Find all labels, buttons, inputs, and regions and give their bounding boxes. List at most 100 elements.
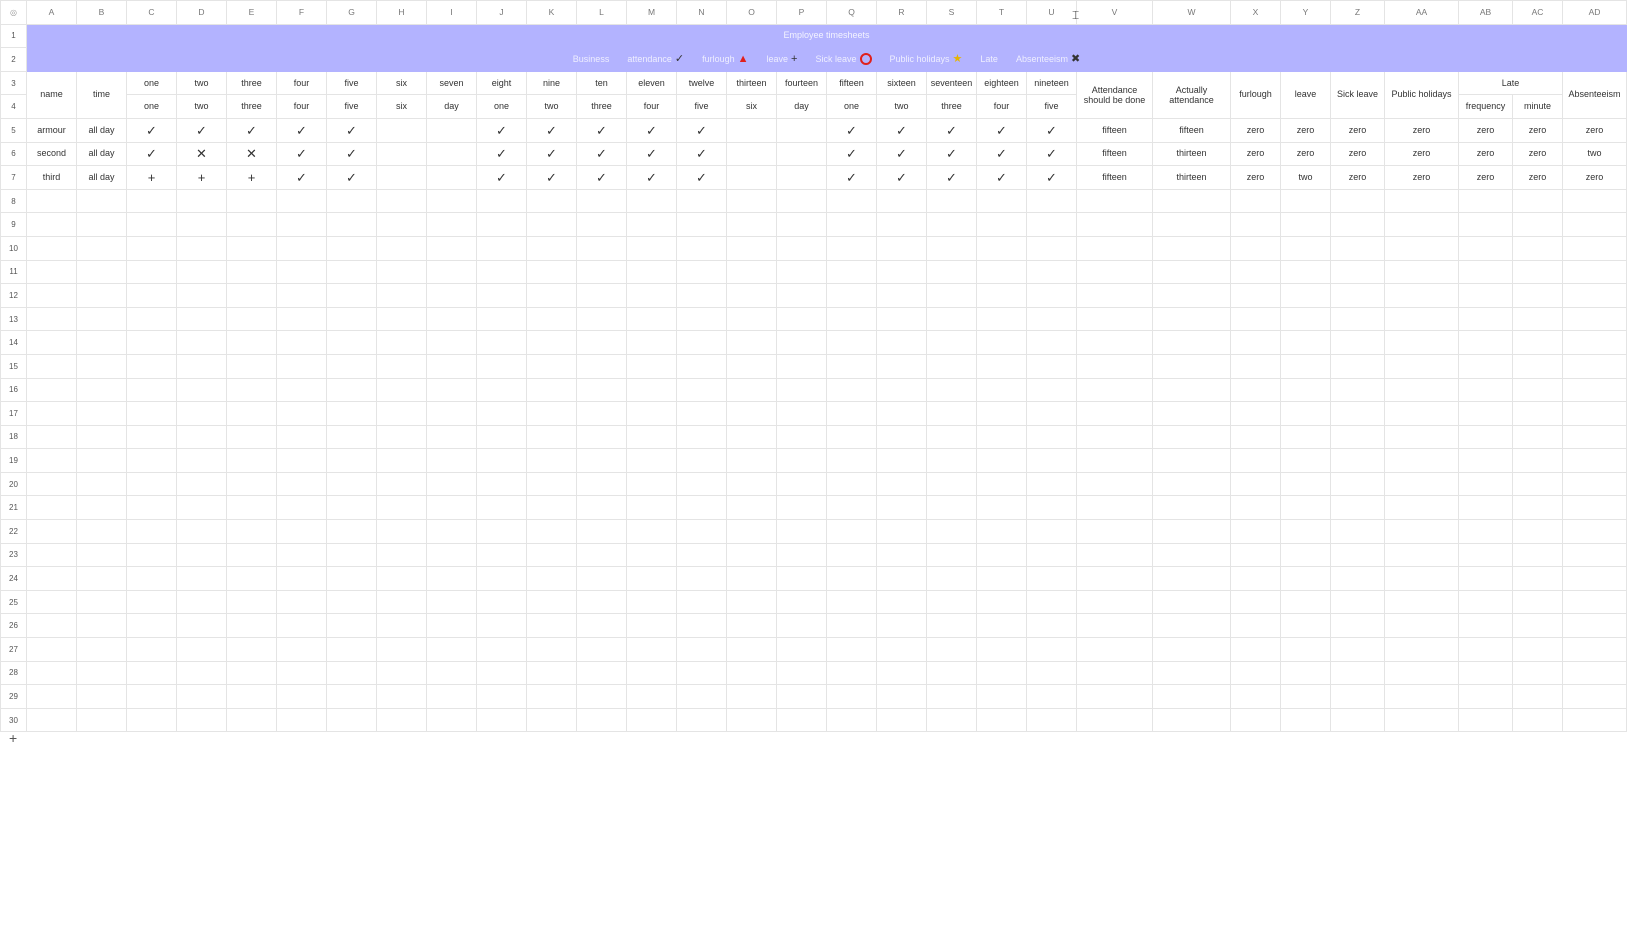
header-weekday[interactable]: four: [276, 94, 327, 119]
cell[interactable]: [226, 637, 277, 662]
cell[interactable]: [1280, 283, 1331, 308]
header-time[interactable]: time: [76, 70, 127, 119]
cell[interactable]: [626, 542, 677, 568]
absenteeism-value[interactable]: two: [1562, 141, 1627, 167]
attendance-mark[interactable]: [726, 141, 777, 167]
cell[interactable]: [1512, 377, 1563, 403]
cell[interactable]: [526, 377, 577, 403]
cell[interactable]: [426, 306, 477, 332]
column-header[interactable]: AA: [1384, 0, 1459, 25]
cell[interactable]: [1152, 542, 1231, 568]
column-header[interactable]: V: [1076, 0, 1153, 25]
cell[interactable]: [776, 188, 827, 214]
cell[interactable]: [1512, 566, 1563, 591]
employee-name[interactable]: second: [26, 141, 77, 167]
cell[interactable]: [276, 707, 327, 733]
late-minute-value[interactable]: zero: [1512, 141, 1563, 167]
header-late-minute[interactable]: minute: [1512, 94, 1563, 119]
header-day-number[interactable]: thirteen: [726, 70, 777, 96]
cell[interactable]: [1026, 377, 1077, 403]
eye-icon[interactable]: ◎: [0, 0, 27, 25]
cell[interactable]: [1562, 660, 1627, 686]
header-weekday[interactable]: one: [126, 94, 177, 119]
cell[interactable]: [76, 448, 127, 473]
attendance-mark[interactable]: ✓: [876, 141, 927, 167]
cell[interactable]: [1230, 283, 1281, 308]
cell[interactable]: [1026, 613, 1077, 639]
attendance-mark[interactable]: ✓: [476, 117, 527, 143]
cell[interactable]: [1330, 519, 1385, 544]
cell[interactable]: [276, 283, 327, 308]
row-header[interactable]: 6: [0, 141, 27, 167]
cell[interactable]: [1280, 589, 1331, 615]
cell[interactable]: [1230, 542, 1281, 568]
cell[interactable]: [826, 330, 877, 355]
cell[interactable]: [426, 259, 477, 285]
cell[interactable]: [26, 589, 77, 615]
cell[interactable]: [976, 566, 1027, 591]
attendance-mark[interactable]: ✓: [526, 117, 577, 143]
cell[interactable]: [1076, 542, 1153, 568]
cell[interactable]: [926, 259, 977, 285]
add-row-plus-icon[interactable]: +: [9, 731, 17, 745]
header-weekday[interactable]: two: [176, 94, 227, 119]
cell[interactable]: [876, 448, 927, 473]
attendance-mark[interactable]: [726, 117, 777, 143]
cell[interactable]: [926, 283, 977, 308]
cell[interactable]: [826, 212, 877, 237]
cell[interactable]: [726, 283, 777, 308]
attendance-mark[interactable]: ✓: [826, 141, 877, 167]
header-day-number[interactable]: fifteen: [826, 70, 877, 96]
cell[interactable]: [726, 589, 777, 615]
column-header[interactable]: O: [726, 0, 777, 25]
row-header[interactable]: 1: [0, 23, 27, 49]
cell[interactable]: [1562, 707, 1627, 733]
cell[interactable]: [776, 637, 827, 662]
cell[interactable]: [176, 259, 227, 285]
cell[interactable]: [276, 637, 327, 662]
column-header[interactable]: A: [26, 0, 77, 25]
cell[interactable]: [476, 235, 527, 261]
cell[interactable]: [726, 542, 777, 568]
sick-leave-value[interactable]: zero: [1330, 141, 1385, 167]
cell[interactable]: [1152, 589, 1231, 615]
cell[interactable]: [326, 424, 377, 450]
attendance-mark[interactable]: ✓: [126, 117, 177, 143]
cell[interactable]: [1076, 306, 1153, 332]
cell[interactable]: [1152, 613, 1231, 639]
cell[interactable]: [1562, 495, 1627, 521]
row-header[interactable]: 26: [0, 613, 27, 639]
cell[interactable]: [726, 259, 777, 285]
attendance-mark[interactable]: ✓: [976, 117, 1027, 143]
cell[interactable]: [776, 424, 827, 450]
cell[interactable]: [1230, 684, 1281, 709]
cell[interactable]: [1152, 401, 1231, 426]
cell[interactable]: [376, 637, 427, 662]
cell[interactable]: [1152, 330, 1231, 355]
cell[interactable]: [1280, 259, 1331, 285]
cell[interactable]: [526, 707, 577, 733]
header-weekday[interactable]: six: [376, 94, 427, 119]
cell[interactable]: [876, 401, 927, 426]
cell[interactable]: [1230, 306, 1281, 332]
header-day-number[interactable]: nine: [526, 70, 577, 96]
cell[interactable]: [1330, 306, 1385, 332]
cell[interactable]: [76, 306, 127, 332]
header-weekday[interactable]: four: [976, 94, 1027, 119]
cell[interactable]: [376, 542, 427, 568]
row-header[interactable]: 2: [0, 47, 27, 72]
cell[interactable]: [1562, 283, 1627, 308]
column-header[interactable]: K: [526, 0, 577, 25]
cell[interactable]: [176, 306, 227, 332]
header-weekday[interactable]: three: [576, 94, 627, 119]
cell[interactable]: [176, 188, 227, 214]
cell[interactable]: [76, 283, 127, 308]
cell[interactable]: [376, 519, 427, 544]
cell[interactable]: [426, 613, 477, 639]
attendance-mark[interactable]: ✓: [826, 117, 877, 143]
attendance-mark[interactable]: [376, 117, 427, 143]
attendance-mark[interactable]: ✓: [926, 117, 977, 143]
cell[interactable]: [76, 660, 127, 686]
cell[interactable]: [1026, 330, 1077, 355]
cell[interactable]: [76, 401, 127, 426]
